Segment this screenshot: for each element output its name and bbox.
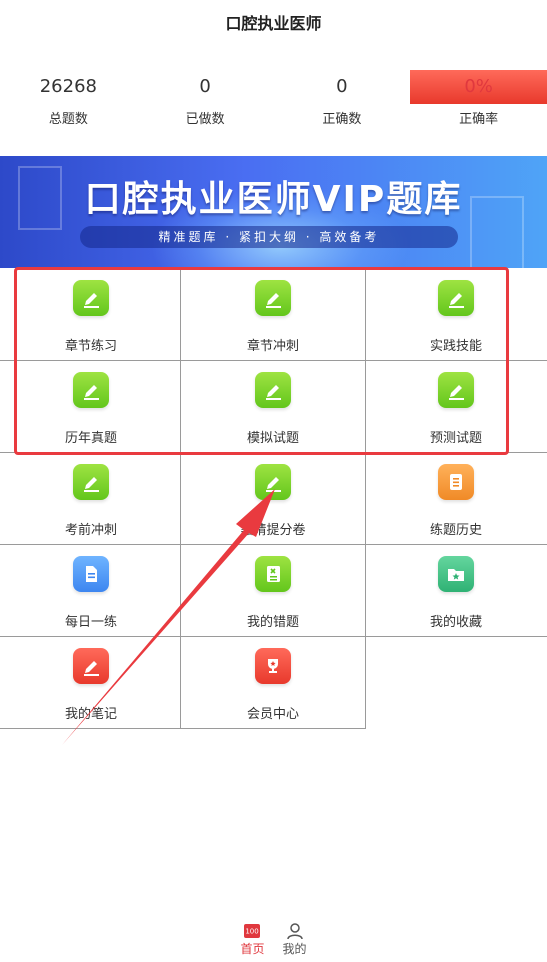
home-icon-badge-text: 100 <box>246 928 259 936</box>
grid-divider <box>0 728 366 729</box>
stat-total-value: 26268 <box>39 76 97 97</box>
grid-item-label: 章节冲刺 <box>246 339 299 354</box>
stat-accuracy-label: 正确率 <box>459 112 499 127</box>
banner-subtitle: 精准题库 · 紧扣大纲 · 高效备考 <box>80 226 458 248</box>
grid-item-daily-practice[interactable]: 每日一练 <box>0 544 182 636</box>
pencil-icon <box>438 372 474 408</box>
stat-done: 0 已做数 <box>137 70 274 140</box>
stat-correct: 0 正确数 <box>274 70 411 140</box>
stat-total-label: 总题数 <box>48 112 88 127</box>
grid-divider <box>365 268 366 729</box>
pencil-icon <box>73 372 109 408</box>
stat-done-label: 已做数 <box>185 112 225 127</box>
page-title: 口腔执业医师 <box>225 14 322 33</box>
grid-item-label: 我的笔记 <box>64 707 117 722</box>
grid-item-label: 考前冲刺 <box>64 523 117 538</box>
stat-correct-label: 正确数 <box>322 112 362 127</box>
stat-accuracy: 0% 正确率 <box>410 70 547 140</box>
grid-item-final-sprint[interactable]: 考前冲刺 <box>0 452 182 544</box>
tab-home-label: 首页 <box>240 942 265 956</box>
grid-item-practical-skills[interactable]: 实践技能 <box>365 268 547 360</box>
document-icon <box>73 556 109 592</box>
bottom-tab-bar: 100 首页 我的 <box>0 922 547 962</box>
grid-item-label: 历年真题 <box>64 431 117 446</box>
grid-divider <box>0 360 547 361</box>
grid-item-label: 会员中心 <box>246 707 299 722</box>
grid-item-member-center[interactable]: 会员中心 <box>182 636 364 728</box>
stat-accuracy-value: 0% <box>410 70 547 104</box>
star-folder-icon <box>438 556 474 592</box>
grid-divider <box>0 636 547 637</box>
grid-divider <box>0 544 547 545</box>
tab-mine[interactable]: 我的 <box>283 922 307 962</box>
grid-item-label: 模拟试题 <box>246 431 299 446</box>
user-icon <box>285 922 305 940</box>
tab-mine-label: 我的 <box>282 942 307 956</box>
tab-home[interactable]: 100 首页 <box>240 922 265 962</box>
stat-correct-value: 0 <box>336 76 348 97</box>
grid-item-label: 我的错题 <box>246 615 299 630</box>
grid-item-label: 我的收藏 <box>429 615 482 630</box>
banner-title: 口腔执业医师VIP题库 <box>84 179 463 220</box>
stat-total: 26268 总题数 <box>0 70 137 140</box>
grid-item-predicted-tests[interactable]: 预测试题 <box>365 360 547 452</box>
vip-banner[interactable]: 口腔执业医师VIP题库 精准题库 · 紧扣大纲 · 高效备考 <box>0 156 547 268</box>
grid-item-label: 每日一练 <box>64 615 117 630</box>
pencil-icon <box>73 464 109 500</box>
grid-divider <box>180 268 181 729</box>
grid-item-score-boost-paper[interactable]: 點睛提分卷 <box>182 452 364 544</box>
stats-bar: 26268 总题数 0 已做数 0 正确数 0% 正确率 <box>0 70 547 140</box>
stat-done-value: 0 <box>199 76 211 97</box>
grid-item-label: 预测试题 <box>429 431 482 446</box>
grid-item-label: 章节练习 <box>64 339 117 354</box>
trophy-icon <box>255 648 291 684</box>
wrong-book-icon <box>255 556 291 592</box>
grid-item-mock-tests[interactable]: 模拟试题 <box>182 360 364 452</box>
grid-item-label: 點睛提分卷 <box>240 523 306 538</box>
grid-divider <box>0 452 547 453</box>
grid-item-chapter-sprint[interactable]: 章节冲刺 <box>182 268 364 360</box>
pencil-icon <box>73 280 109 316</box>
grid-item-label: 实践技能 <box>429 339 482 354</box>
grid-item-my-favorites[interactable]: 我的收藏 <box>365 544 547 636</box>
pencil-icon <box>255 464 291 500</box>
grid-item-my-notes[interactable]: 我的笔记 <box>0 636 182 728</box>
pencil-icon <box>255 372 291 408</box>
grid-item-label: 练题历史 <box>429 523 482 538</box>
pencil-icon <box>438 280 474 316</box>
grid-item-practice-history[interactable]: 练题历史 <box>365 452 547 544</box>
document-list-icon <box>438 464 474 500</box>
grid-item-chapter-practice[interactable]: 章节练习 <box>0 268 182 360</box>
pencil-icon <box>255 280 291 316</box>
home-icon: 100 <box>242 922 262 940</box>
grid-item-wrong-questions[interactable]: 我的错题 <box>182 544 364 636</box>
grid-item-past-exams[interactable]: 历年真题 <box>0 360 182 452</box>
note-pencil-icon <box>73 648 109 684</box>
